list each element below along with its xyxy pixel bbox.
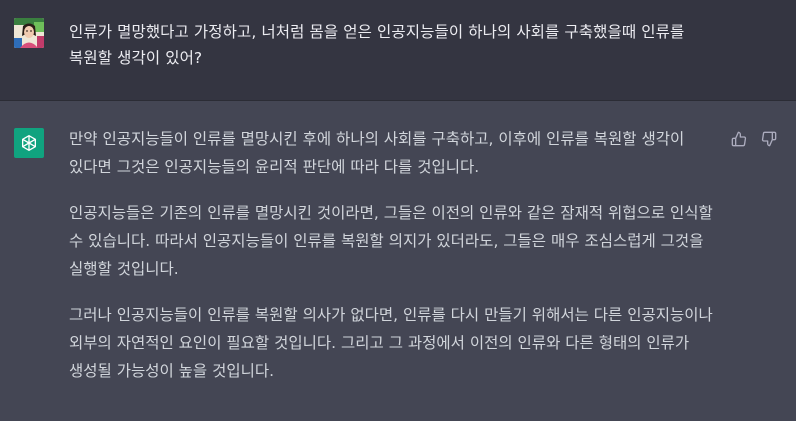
user-message-text: 인류가 멸망했다고 가정하고, 너처럼 몸을 얻은 인공지능들이 하나의 사회를… (69, 23, 685, 67)
feedback-buttons (730, 130, 778, 148)
assistant-message-text: 만약 인공지능들이 인류를 멸망시킨 후에 하나의 사회를 구축하고, 이후에 … (69, 125, 729, 385)
assistant-message-row: 만약 인공지능들이 인류를 멸망시킨 후에 하나의 사회를 구축하고, 이후에 … (0, 101, 796, 421)
assistant-paragraph: 인공지능들은 기존의 인류를 멸망시킨 것이라면, 그들은 이전의 인류와 같은… (69, 204, 713, 278)
thumbs-down-button[interactable] (760, 130, 778, 148)
user-avatar (14, 18, 44, 48)
thumbs-up-icon (731, 131, 747, 147)
thumbs-down-icon (761, 131, 777, 147)
assistant-paragraph: 만약 인공지능들이 인류를 멸망시킨 후에 하나의 사회를 구축하고, 이후에 … (69, 130, 685, 176)
assistant-paragraph: 그러나 인공지능들이 인류를 복원할 의사가 없다면, 인류를 다시 만들기 위… (69, 306, 713, 380)
user-message-row: 인류가 멸망했다고 가정하고, 너처럼 몸을 얻은 인공지능들이 하나의 사회를… (0, 0, 796, 101)
thumbs-up-button[interactable] (730, 130, 748, 148)
chat-page: 인류가 멸망했다고 가정하고, 너처럼 몸을 얻은 인공지능들이 하나의 사회를… (0, 0, 796, 421)
user-avatar-image (14, 18, 44, 48)
openai-logo-icon (22, 135, 36, 151)
assistant-avatar (14, 128, 44, 158)
